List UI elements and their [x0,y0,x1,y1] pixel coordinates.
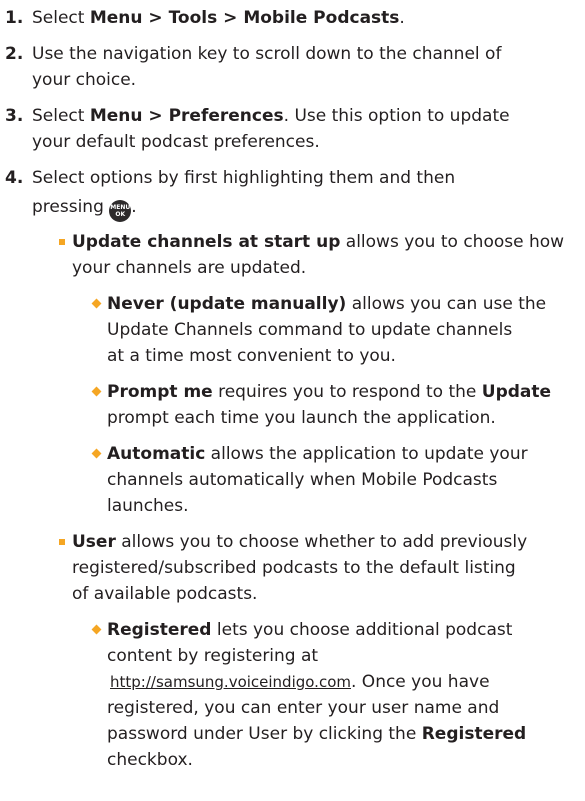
bullet-square-icon [59,539,65,545]
registered-term: Registered [107,620,212,640]
registered-line-3-post: . Once you have [351,672,490,692]
step-1-pre: Select [32,8,90,28]
automatic-desc: allows the application to update your [205,444,528,464]
step-4-line-1: Select options by first highlighting the… [32,168,456,188]
registered-line-5: password under User by clicking the Regi… [107,721,526,747]
step-number-4: 4. [5,168,24,188]
step-number-3: 3. [5,106,24,126]
automatic-line-1: Automatic allows the application to upda… [107,441,528,467]
menu-ok-key-icon: MENU OK [109,200,132,222]
registered-line-1: Registered lets you choose additional po… [107,617,512,643]
registered-line-5-pre: password under User by clicking the [107,724,422,744]
prompt-update-term: Update [481,382,552,402]
user-desc: allows you to choose whether to add prev… [115,532,528,552]
automatic-line-3: launches. [107,496,189,516]
step-3-line-1: Select Menu > Preferences. Use this opti… [32,103,510,129]
update-channels-term: Update channels at start up [72,232,341,252]
registered-checkbox-term: Registered [421,724,527,744]
registered-line-3: http://samsung.voiceindigo.com. Once you… [110,669,490,695]
step-2-line-1: Use the navigation key to scroll down to… [32,44,502,64]
bullet-diamond-icon [91,624,102,635]
user-line-3: of available podcasts. [72,584,258,604]
update-channels-desc: allows you to choose how [340,232,565,252]
bullet-square-icon [59,239,65,245]
never-line-1: Never (update manually) allows you can u… [107,291,546,317]
user-line-2: registered/subscribed podcasts to the de… [72,558,516,578]
step-3-post: . Use this option to update [283,106,510,126]
step-3-line-2: your default podcast preferences. [32,132,320,152]
never-line-3: at a time most convenient to you. [107,346,396,366]
step-4-pressing: pressing [32,197,104,217]
step-4-line-2: pressing MENU OK. [32,194,137,222]
ok-key-label: OK [115,211,126,218]
registered-desc: lets you choose additional podcast [211,620,513,640]
never-term: Never (update manually) [107,294,347,314]
prompt-line-2: prompt each time you launch the applicat… [107,408,496,428]
step-3-pre: Select [32,106,90,126]
user-line-1: User allows you to choose whether to add… [72,529,527,555]
step-1-text: Select Menu > Tools > Mobile Podcasts. [32,5,405,31]
samsung-voiceindigo-link[interactable]: http://samsung.voiceindigo.com [110,673,351,691]
update-channels-line-1: Update channels at start up allows you t… [72,229,564,255]
registered-line-4: registered, you can enter your user name… [107,698,500,718]
prompt-desc: requires you to respond to the [212,382,482,402]
registered-line-2: content by registering at [107,646,319,666]
menu-key-label: MENU [110,204,131,211]
step-number-2: 2. [5,44,24,64]
step-2-line-2: your choice. [32,70,137,90]
step-4-period: . [131,197,137,217]
step-number-1: 1. [5,8,24,28]
automatic-line-2: channels automatically when Mobile Podca… [107,470,498,490]
bullet-diamond-icon [91,448,102,459]
step-3-menu-path: Menu > Preferences [89,106,284,126]
user-term: User [72,532,116,552]
bullet-diamond-icon [91,386,102,397]
registered-line-6: checkbox. [107,750,193,770]
never-desc: allows you can use the [346,294,547,314]
step-1-post: . [399,8,405,28]
prompt-line-1: Prompt me requires you to respond to the… [107,379,551,405]
bullet-diamond-icon [91,298,102,309]
step-1-menu-path: Menu > Tools > Mobile Podcasts [89,8,400,28]
update-channels-line-2: your channels are updated. [72,258,307,278]
prompt-term: Prompt me [107,382,213,402]
never-line-2: Update Channels command to update channe… [107,320,513,340]
automatic-term: Automatic [107,444,206,464]
